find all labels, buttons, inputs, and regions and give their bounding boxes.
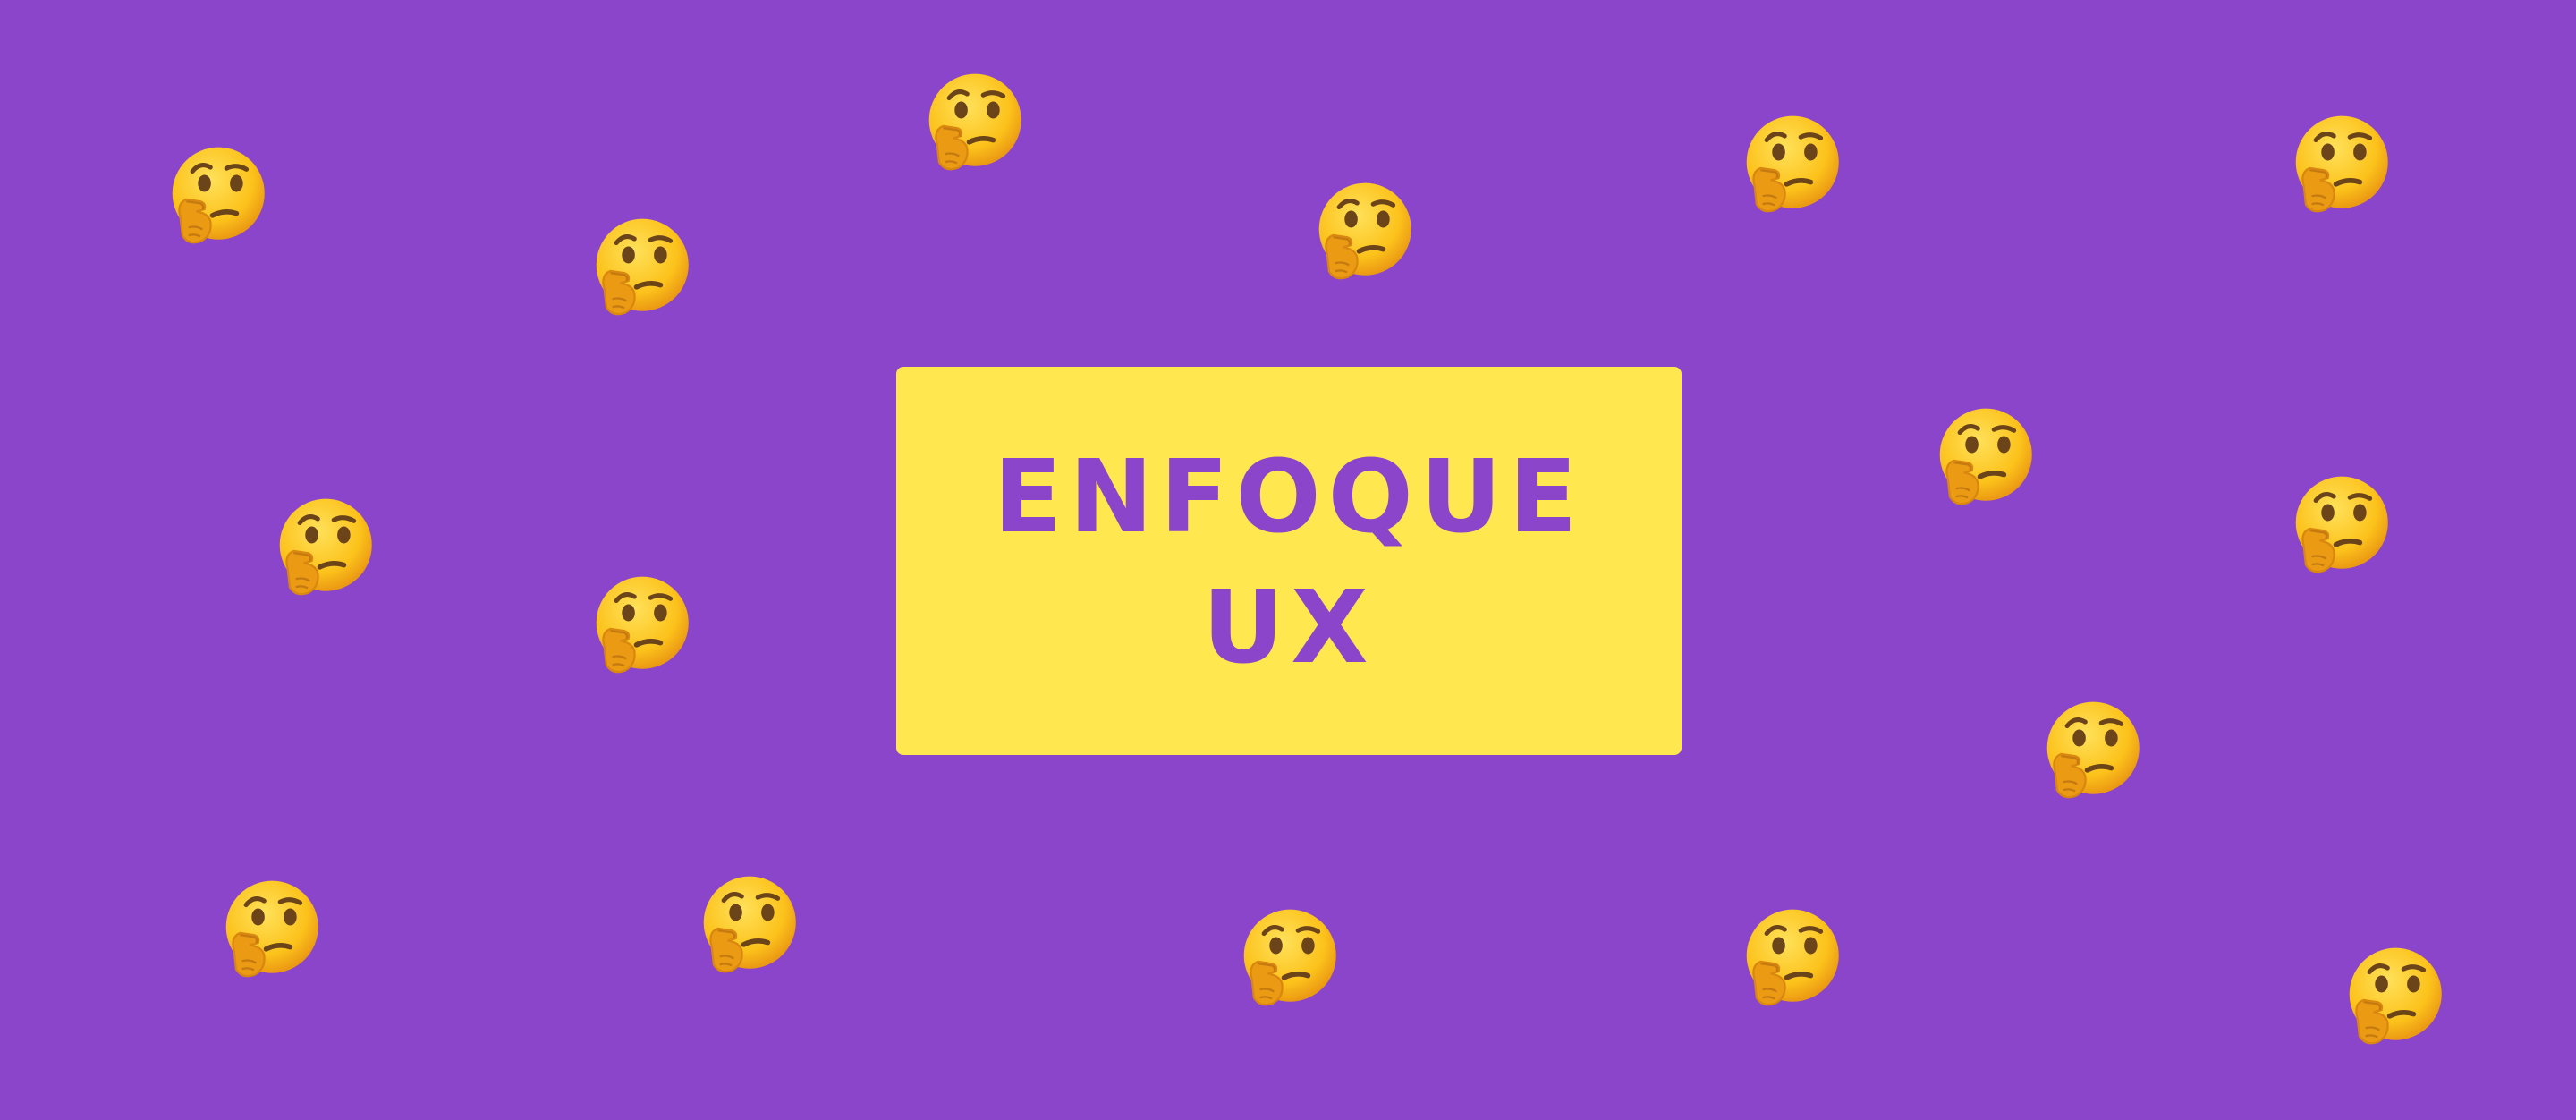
banner-background: ENFOQUE UX xyxy=(0,0,2576,1120)
title-card: ENFOQUE UX xyxy=(896,367,1682,755)
thinking-face-icon xyxy=(1238,905,1338,1011)
thinking-face-icon xyxy=(2343,944,2444,1049)
thinking-face-icon xyxy=(923,70,1023,175)
thinking-face-icon xyxy=(274,495,374,600)
thinking-face-icon xyxy=(698,872,798,978)
title-line-2: UX xyxy=(1202,570,1376,686)
thinking-face-icon xyxy=(590,573,691,678)
thinking-face-icon xyxy=(2290,112,2390,217)
thinking-face-icon xyxy=(2041,698,2141,803)
thinking-face-icon xyxy=(1934,404,2034,510)
thinking-face-icon xyxy=(1313,179,1413,284)
thinking-face-icon xyxy=(220,877,320,982)
thinking-face-icon xyxy=(2290,472,2390,578)
title-line-1: ENFOQUE xyxy=(993,439,1585,556)
thinking-face-icon xyxy=(1741,905,1841,1011)
thinking-face-icon xyxy=(590,215,691,320)
thinking-face-icon xyxy=(1741,112,1841,217)
thinking-face-icon xyxy=(166,143,267,249)
